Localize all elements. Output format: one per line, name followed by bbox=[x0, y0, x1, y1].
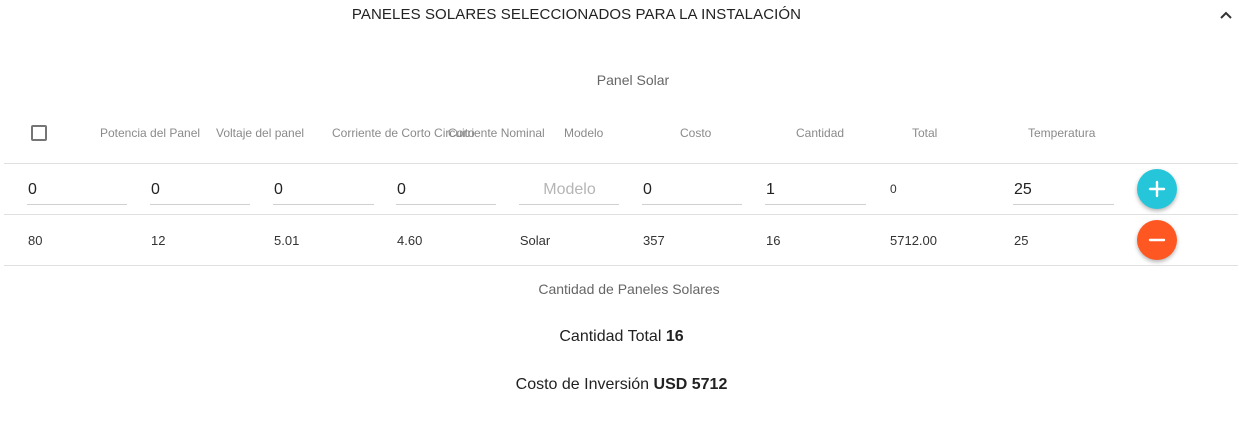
divider bbox=[4, 265, 1238, 266]
panel-solar-title: Panel Solar bbox=[596, 72, 670, 88]
row-corriente-nominal: 4.60 bbox=[397, 233, 423, 248]
row-temperatura: 25 bbox=[1014, 233, 1029, 248]
investment-cost-value: USD 5712 bbox=[653, 376, 728, 393]
row-costo: 357 bbox=[643, 233, 665, 248]
add-panel-button[interactable] bbox=[1137, 169, 1177, 209]
corriente-corto-input[interactable] bbox=[273, 179, 374, 205]
row-cantidad: 16 bbox=[766, 233, 781, 248]
select-all-checkbox[interactable] bbox=[31, 125, 47, 141]
column-header-corriente-nominal: Corriente Nominal bbox=[448, 126, 545, 140]
column-header-total: Total bbox=[912, 126, 938, 140]
minus-icon bbox=[1148, 238, 1166, 242]
temperatura-input[interactable] bbox=[1013, 179, 1114, 205]
total-value: 0 bbox=[890, 182, 897, 196]
remove-panel-button[interactable] bbox=[1137, 220, 1177, 260]
total-quantity: Cantidad Total 16 bbox=[0, 328, 1243, 346]
total-quantity-label: Cantidad Total bbox=[559, 328, 662, 345]
row-potencia: 80 bbox=[28, 233, 43, 248]
chevron-up-icon[interactable] bbox=[1216, 5, 1236, 25]
column-header-voltaje: Voltaje del panel bbox=[216, 126, 305, 140]
investment-cost: Costo de Inversión USD 5712 bbox=[0, 376, 1243, 394]
column-header-cantidad: Cantidad bbox=[796, 126, 845, 140]
row-total: 5712.00 bbox=[890, 233, 937, 248]
corriente-nominal-input[interactable] bbox=[396, 179, 496, 205]
total-quantity-value: 16 bbox=[665, 328, 684, 345]
plus-icon bbox=[1148, 180, 1166, 198]
voltaje-input[interactable] bbox=[150, 179, 250, 205]
row-modelo: Solar bbox=[519, 233, 551, 248]
row-corriente-corto: 5.01 bbox=[274, 233, 300, 248]
column-header-modelo: Modelo bbox=[564, 126, 604, 140]
summary-title: Cantidad de Paneles Solares bbox=[538, 281, 720, 297]
divider bbox=[4, 214, 1238, 215]
potencia-input[interactable] bbox=[27, 179, 127, 205]
section-header-title: PANELES SOLARES SELECCIONADOS PARA LA IN… bbox=[351, 6, 802, 23]
row-voltaje: 12 bbox=[151, 233, 166, 248]
investment-cost-label: Costo de Inversión bbox=[515, 376, 650, 393]
costo-input[interactable] bbox=[642, 179, 742, 205]
column-header-temperatura: Temperatura bbox=[1028, 126, 1096, 140]
modelo-input[interactable] bbox=[519, 179, 619, 205]
cantidad-input[interactable] bbox=[765, 179, 866, 205]
divider bbox=[4, 163, 1238, 164]
column-header-costo: Costo bbox=[680, 126, 712, 140]
column-header-potencia: Potencia del Panel bbox=[100, 126, 201, 140]
